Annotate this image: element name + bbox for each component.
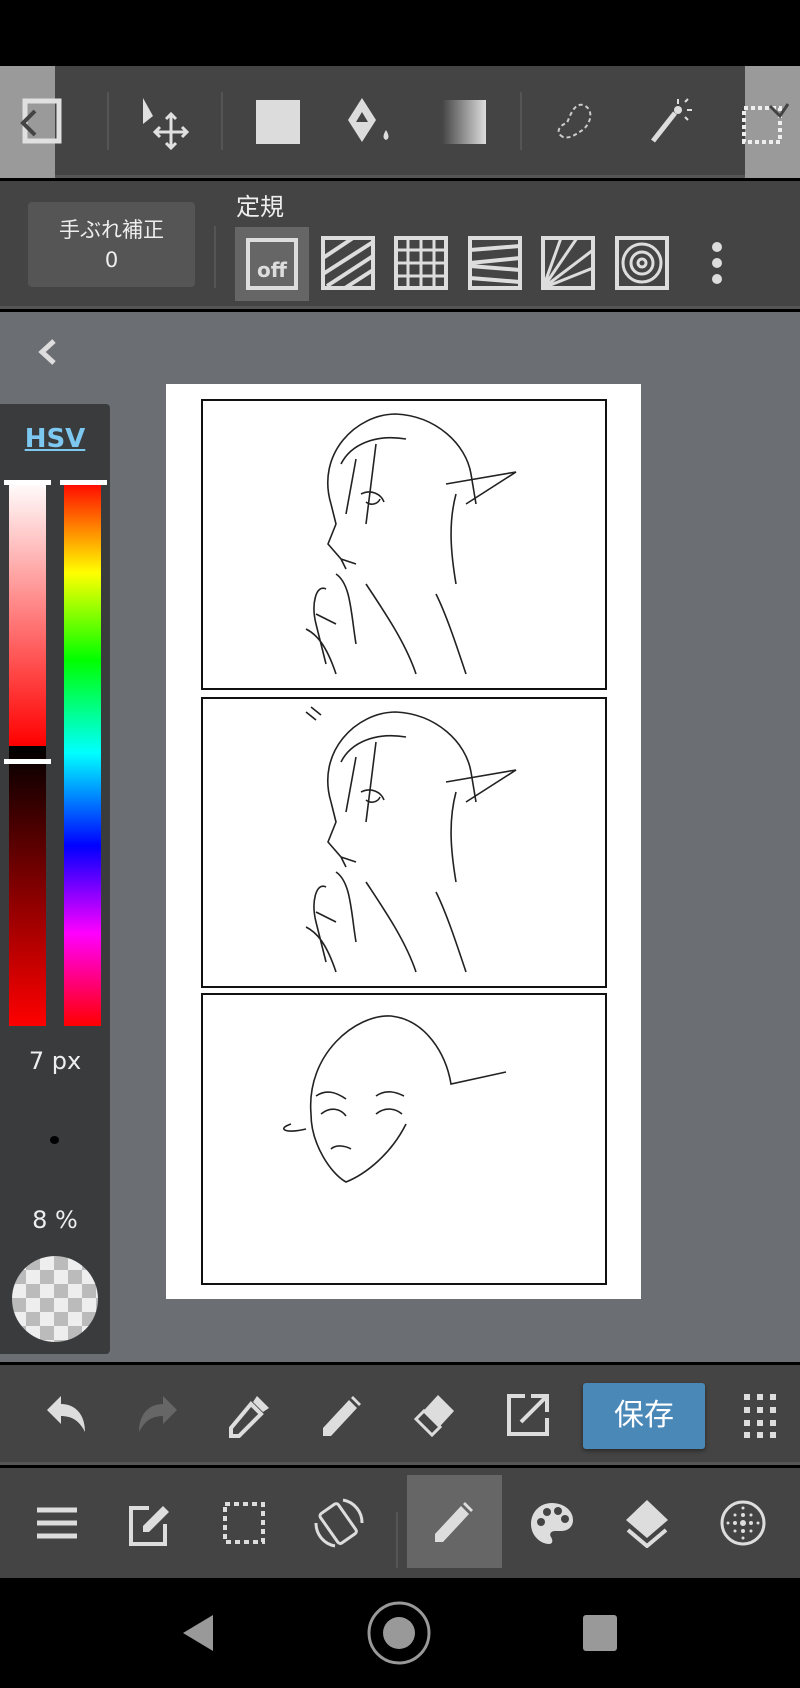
color-panel: HSV 7 px 8 %	[0, 404, 110, 1354]
brush-size[interactable]: 7 px	[0, 1047, 110, 1075]
more-options-icon[interactable]	[700, 233, 734, 293]
hue-handle[interactable]	[60, 480, 107, 485]
magic-wand-icon[interactable]	[640, 92, 700, 152]
saturation-handle[interactable]	[4, 480, 51, 485]
sketch-panel-1	[305, 413, 517, 675]
material-icon[interactable]	[713, 1493, 773, 1553]
hue-slider[interactable]	[64, 480, 101, 1026]
bucket-icon[interactable]	[340, 92, 400, 152]
ruler-off-label: off	[246, 238, 298, 290]
ruler-toolbar: 手ぶれ補正 0 定規 off	[0, 181, 800, 309]
selection-icon[interactable]	[214, 1493, 274, 1553]
stabilizer-value: 0	[104, 248, 119, 272]
ruler-label: 定規	[236, 193, 284, 221]
recents-icon[interactable]	[575, 1608, 625, 1658]
eyedropper-icon[interactable]	[220, 1385, 280, 1445]
opacity[interactable]: 8 %	[0, 1206, 110, 1234]
move-icon[interactable]	[135, 92, 195, 152]
action-toolbar: 保存	[0, 1365, 800, 1465]
export-icon[interactable]	[498, 1385, 558, 1445]
concentric-ruler-icon[interactable]	[612, 233, 672, 293]
rotate-canvas-icon[interactable]	[309, 1493, 369, 1553]
select-pen-icon[interactable]	[738, 96, 792, 150]
brush-icon	[424, 1491, 484, 1551]
radial-ruler-icon[interactable]	[538, 233, 598, 293]
select-layer-icon[interactable]	[10, 92, 70, 152]
redo-icon[interactable]	[128, 1385, 188, 1445]
parallel-ruler-icon[interactable]	[318, 233, 378, 293]
main-toolbar	[0, 1468, 800, 1578]
status-bar	[0, 0, 800, 66]
stabilizer-label: 手ぶれ補正	[59, 218, 164, 242]
value-slider[interactable]	[9, 746, 46, 1026]
save-button[interactable]: 保存	[583, 1383, 705, 1449]
gradient-icon[interactable]	[434, 92, 494, 152]
saturation-slider[interactable]	[9, 480, 46, 746]
grid-menu-icon[interactable]	[730, 1385, 790, 1445]
grid-ruler-icon[interactable]	[391, 233, 451, 293]
lasso-icon[interactable]	[546, 92, 606, 152]
edit-page-icon[interactable]	[120, 1493, 180, 1553]
navigation-bar	[0, 1578, 800, 1688]
menu-icon[interactable]	[27, 1493, 87, 1553]
eraser-icon[interactable]	[404, 1385, 464, 1445]
brush-tool-button[interactable]	[407, 1475, 502, 1568]
collapse-panel-icon[interactable]	[28, 332, 68, 372]
back-icon[interactable]	[172, 1608, 222, 1658]
color-preview[interactable]	[12, 1256, 98, 1342]
sketch-panel-2	[305, 706, 517, 973]
layers-icon[interactable]	[617, 1493, 677, 1553]
fill-rect-icon[interactable]	[248, 92, 308, 152]
undo-icon[interactable]	[36, 1385, 96, 1445]
manga-page[interactable]	[166, 384, 641, 1299]
perspective-ruler-icon[interactable]	[465, 233, 525, 293]
color-mode-toggle[interactable]: HSV	[0, 424, 110, 454]
canvas-area[interactable]	[0, 312, 800, 1362]
value-handle[interactable]	[4, 759, 51, 764]
color-palette-icon[interactable]	[522, 1493, 582, 1553]
pen-icon[interactable]	[312, 1385, 372, 1445]
ruler-off-button[interactable]: off	[235, 227, 309, 301]
top-toolbar	[0, 66, 800, 178]
home-icon[interactable]	[366, 1600, 432, 1666]
sketch-panel-3	[283, 1015, 507, 1183]
panel-frame-3	[201, 993, 607, 1285]
stabilizer-button[interactable]: 手ぶれ補正 0	[28, 202, 195, 287]
brush-size-preview	[50, 1136, 59, 1144]
